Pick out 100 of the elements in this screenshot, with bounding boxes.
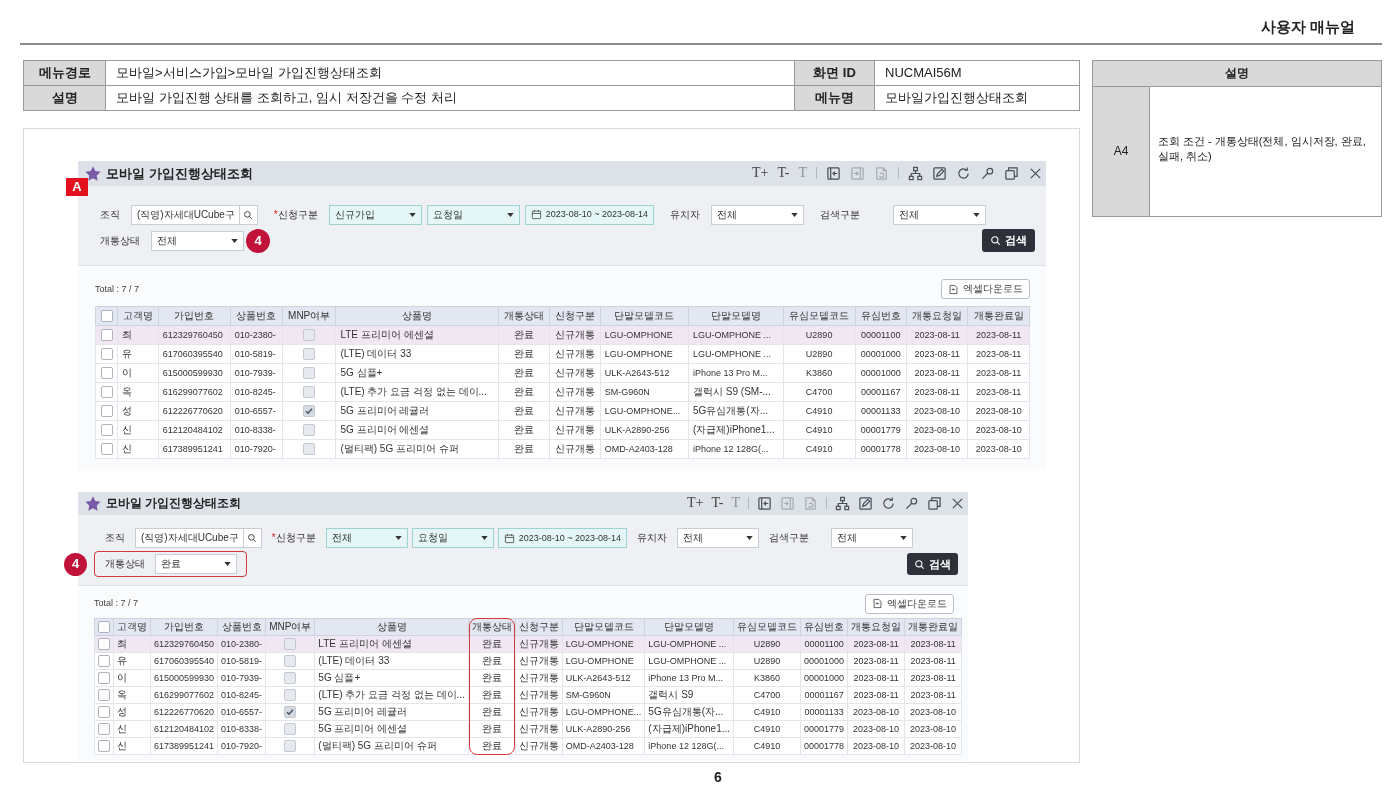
page-number: 6	[714, 769, 722, 785]
search-icon	[990, 235, 1001, 246]
row-checkbox[interactable]	[98, 689, 110, 701]
row-checkbox[interactable]	[100, 443, 113, 455]
row-checkbox[interactable]	[98, 740, 110, 752]
column-header: 상품명	[376, 621, 407, 632]
select-all-checkbox[interactable]	[98, 621, 110, 633]
org-field[interactable]: (직영)자세대UCube구	[131, 204, 258, 225]
table-cell: 모바일 가입진행 상태를 조회하고, 임시 저장건을 수정 처리	[106, 86, 795, 111]
table-cell: U2890	[783, 325, 856, 345]
calendar-icon	[530, 209, 542, 220]
table-cell: LGU-OMPHONE ...	[644, 652, 734, 670]
table-cell: 신규개통	[549, 344, 601, 364]
table-cell: 5G 프리미어 에센셜	[335, 420, 499, 440]
table-cell: 2023-08-10	[906, 439, 968, 459]
table-cell: 신규개통	[549, 439, 601, 459]
caret-icon	[224, 562, 231, 566]
text-size-button[interactable]: T-	[711, 495, 724, 512]
org-field[interactable]: (직영)자세대UCube구	[135, 528, 262, 548]
row-checkbox[interactable]	[98, 638, 110, 650]
row-checkbox[interactable]	[98, 672, 110, 684]
row-checkbox[interactable]	[100, 424, 113, 436]
table-header-cell: 설명	[24, 86, 106, 111]
table-cell: ULK-A2890-256	[562, 720, 645, 738]
table-cell: 010-6557-	[230, 401, 283, 421]
window-title: 모바일 가입진행상태조회	[106, 496, 242, 511]
hierarchy-icon[interactable]	[908, 166, 923, 181]
row-checkbox[interactable]	[98, 655, 110, 667]
select-field[interactable]: 전체	[677, 528, 760, 548]
row-checkbox[interactable]	[100, 386, 113, 398]
filter-label: 유치자	[637, 532, 668, 543]
excel-download-button[interactable]: 엑셀다운로드	[941, 279, 1030, 299]
date-range-field[interactable]: 2023-08-10 ~ 2023-08-14	[524, 204, 655, 225]
edit-icon[interactable]	[858, 496, 873, 511]
table-cell: 616299077602	[150, 686, 218, 704]
table-cell: 완료	[468, 669, 516, 687]
table-cell: U2890	[783, 344, 856, 364]
excel-download-button[interactable]: 엑셀다운로드	[865, 593, 954, 614]
select-field[interactable]: 전체	[151, 230, 244, 251]
text-size-button[interactable]: T+	[752, 165, 769, 182]
sidebar-left-icon[interactable]	[826, 166, 841, 181]
row-checkbox[interactable]	[100, 405, 113, 417]
row-checkbox[interactable]	[98, 706, 110, 718]
search-button[interactable]: 검색	[982, 229, 1035, 252]
table-cell: 2023-08-10	[904, 737, 962, 755]
select-field[interactable]: 전체	[711, 204, 805, 225]
select-field[interactable]: 전체	[831, 528, 914, 548]
table-cell: 2023-08-10	[847, 720, 905, 738]
table-cell: LTE 프리미어 에센셜	[314, 635, 469, 653]
table-cell: LGU-OMPHONE...	[600, 401, 689, 421]
search-button[interactable]: 검색	[907, 553, 958, 575]
table-cell: 최	[117, 325, 159, 345]
table-cell: 완료	[468, 635, 516, 653]
select-field[interactable]: 요청일	[411, 528, 494, 548]
column-header: 상품명	[402, 310, 432, 321]
table-cell: 2023-08-10	[906, 401, 968, 421]
table-cell: 2023-08-11	[904, 652, 962, 670]
table-cell: C4910	[733, 737, 801, 755]
table-cell: 신규개통	[515, 703, 563, 721]
column-header: 고객명	[122, 310, 153, 321]
table-cell: ULK-A2643-512	[600, 363, 689, 383]
select-field[interactable]: 요청일	[426, 204, 520, 225]
caret-icon	[506, 212, 514, 217]
sidebar-left-icon[interactable]	[757, 496, 772, 511]
select-field[interactable]: 완료	[155, 554, 237, 574]
row-checkbox[interactable]	[100, 329, 113, 341]
table-cell: 00001778	[800, 737, 848, 755]
text-size-button[interactable]: T-	[777, 165, 790, 182]
table-cell: 신규개통	[549, 382, 601, 402]
select-all-checkbox[interactable]	[100, 310, 113, 322]
caret-icon	[973, 212, 981, 217]
text-size-button[interactable]: T+	[687, 495, 704, 512]
refresh-icon[interactable]	[956, 166, 971, 181]
select-field[interactable]: 전체	[893, 204, 987, 225]
table-cell: 5G 프리미어 레귤러	[314, 703, 469, 721]
caret-icon	[791, 212, 799, 217]
select-field[interactable]: 신규가입	[328, 204, 422, 225]
row-checkbox[interactable]	[100, 348, 113, 360]
edit-icon[interactable]	[932, 166, 947, 181]
pin-icon[interactable]	[904, 496, 919, 511]
hierarchy-icon[interactable]	[835, 496, 850, 511]
refresh-icon[interactable]	[881, 496, 896, 511]
pin-icon[interactable]	[980, 166, 995, 181]
row-checkbox[interactable]	[100, 367, 113, 379]
restore-window-icon[interactable]	[927, 496, 942, 511]
select-field[interactable]: 전체	[325, 528, 408, 548]
close-icon[interactable]	[1028, 166, 1043, 181]
table-cell: 5G 프리미어 레귤러	[335, 401, 499, 421]
row-checkbox[interactable]	[98, 723, 110, 735]
star-icon[interactable]	[84, 494, 102, 513]
caret-icon	[480, 536, 488, 540]
column-header: 단말모델코드	[614, 310, 675, 321]
date-range-field[interactable]: 2023-08-10 ~ 2023-08-14	[497, 528, 628, 548]
restore-window-icon[interactable]	[1004, 166, 1019, 181]
star-icon[interactable]	[84, 164, 102, 183]
table-cell: 완료	[498, 344, 550, 364]
table-cell: 617389951241	[158, 439, 231, 459]
close-icon[interactable]	[950, 496, 965, 511]
table-cell: NUCMAI56M	[875, 61, 1080, 86]
table-cell: 모바일가입진행상태조회	[875, 86, 1080, 111]
